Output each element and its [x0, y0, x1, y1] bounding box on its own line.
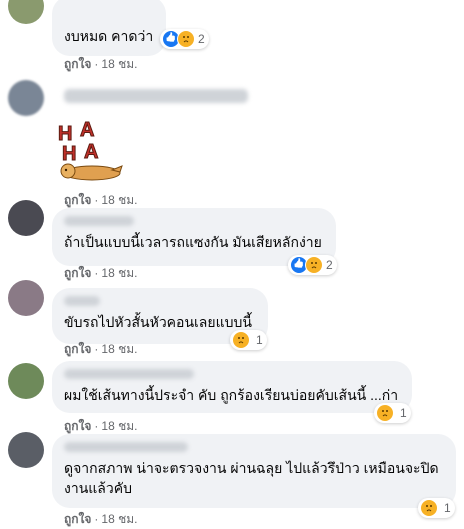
haha-sticker: H A H A: [52, 118, 126, 182]
comment-text: ถ้าเป็นแบบนี้เวลารถแซงกัน มันเสียหลักง่า…: [64, 234, 322, 250]
sad-reaction-icon: [305, 256, 323, 274]
reaction-count: 2: [326, 258, 333, 272]
comment: ดูจากสภาพ น่าจะตรวจงาน ผ่านฉลุย ไปแล้วรึ…: [0, 432, 464, 526]
sad-reaction-icon: [177, 30, 195, 48]
avatar[interactable]: [8, 80, 44, 116]
comment: ถ้าเป็นแบบนี้เวลารถแซงกัน มันเสียหลักง่า…: [0, 200, 464, 280]
comment-text: ขับรถไปหัวสั้นหัวคอนเลยแบบนี้: [64, 314, 252, 330]
sticker-letter: H: [62, 143, 76, 165]
avatar[interactable]: [8, 432, 44, 468]
like-link[interactable]: ถูกใจ: [64, 419, 91, 433]
timestamp[interactable]: 18 ชม.: [101, 57, 137, 71]
comment: H A H A ถูกใจ · 18 ชม.: [0, 80, 464, 210]
timestamp[interactable]: 18 ชม.: [101, 266, 137, 280]
author-name[interactable]: [64, 296, 100, 306]
like-link[interactable]: ถูกใจ: [64, 266, 91, 280]
comment-actions: ถูกใจ · 18 ชม.: [64, 57, 138, 71]
comment-text: งบหมด คาดว่า: [64, 28, 154, 44]
comment-bubble: ผมใช้เส้นทางนี้ประจำ คับ ถูกร้องเรียนบ่อ…: [52, 361, 412, 413]
comment-actions: ถูกใจ · 18 ชม.: [64, 512, 138, 526]
reaction-count: 1: [444, 501, 451, 515]
sad-reaction-icon: [420, 499, 438, 517]
sticker-letter: H: [58, 123, 72, 145]
reaction-summary[interactable]: 1: [418, 498, 455, 518]
reaction-summary[interactable]: 1: [374, 403, 411, 423]
author-name[interactable]: [64, 216, 134, 226]
avatar[interactable]: [8, 280, 44, 316]
avatar[interactable]: [8, 0, 44, 24]
author-name[interactable]: [64, 89, 248, 103]
comment: ขับรถไปหัวสั้นหัวคอนเลยแบบนี้ 1 ถูกใจ · 18…: [0, 280, 464, 360]
reaction-summary[interactable]: 2: [160, 29, 209, 49]
comment: ผมใช้เส้นทางนี้ประจำ คับ ถูกร้องเรียนบ่อ…: [0, 355, 464, 435]
sticker-letter: A: [80, 119, 94, 141]
comment: งบหมด คาดว่า 2 ถูกใจ·18 ชม.: [0, 0, 464, 80]
sad-reaction-icon: [376, 404, 394, 422]
author-name[interactable]: [64, 442, 188, 452]
timestamp[interactable]: 18 ชม.: [101, 512, 137, 526]
reaction-count: 2: [198, 32, 205, 46]
reaction-count: 1: [400, 406, 407, 420]
sticker-letter: A: [84, 141, 98, 163]
like-link[interactable]: ถูกใจ: [64, 342, 91, 356]
author-name[interactable]: [64, 369, 194, 379]
avatar[interactable]: [8, 200, 44, 236]
avatar[interactable]: [8, 363, 44, 399]
timestamp[interactable]: 18 ชม.: [101, 419, 137, 433]
like-link[interactable]: ถูกใจ: [64, 57, 91, 71]
sad-reaction-icon: [232, 331, 250, 349]
reaction-count: 1: [256, 333, 263, 347]
reaction-summary[interactable]: 2: [288, 255, 337, 275]
timestamp[interactable]: 18 ชม.: [101, 342, 137, 356]
comment-text: ผมใช้เส้นทางนี้ประจำ คับ ถูกร้องเรียนบ่อ…: [64, 387, 399, 403]
reaction-summary[interactable]: 1: [230, 330, 267, 350]
comment-bubble: ดูจากสภาพ น่าจะตรวจงาน ผ่านฉลุย ไปแล้วรึ…: [52, 434, 456, 508]
comment-bubble: งบหมด คาดว่า: [52, 0, 166, 56]
comment-text: ดูจากสภาพ น่าจะตรวจงาน ผ่านฉลุย ไปแล้วรึ…: [64, 460, 439, 496]
like-link[interactable]: ถูกใจ: [64, 512, 91, 526]
